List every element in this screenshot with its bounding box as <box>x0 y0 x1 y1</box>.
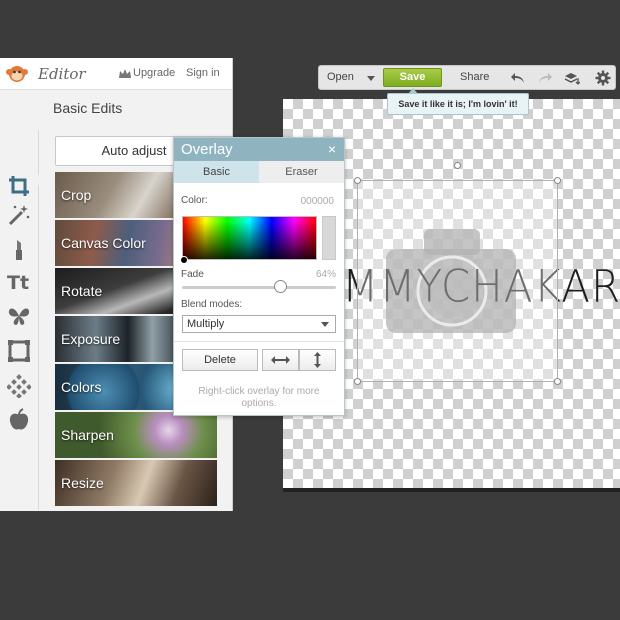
flip-vertical-button[interactable] <box>299 349 336 371</box>
gear-icon[interactable] <box>595 70 611 86</box>
section-title: Basic Edits <box>53 100 123 116</box>
spectrum-shade <box>183 217 316 259</box>
tool-tile-label: Rotate <box>61 283 103 299</box>
open-button[interactable]: Open <box>327 66 354 89</box>
redo-icon[interactable] <box>537 70 553 86</box>
close-icon[interactable]: × <box>328 141 336 157</box>
color-value-strip[interactable] <box>322 216 336 260</box>
tool-tile-label: Sharpen <box>61 427 114 443</box>
tab-eraser[interactable]: Eraser <box>259 161 344 183</box>
blend-modes-label: Blend modes: <box>181 299 243 310</box>
overlay-title: Overlay <box>181 141 233 158</box>
tool-tile-label: Exposure <box>61 331 121 347</box>
overlay-title-bar[interactable]: Overlay × <box>174 138 344 161</box>
svg-text:Tt: Tt <box>7 272 29 293</box>
lipstick-icon[interactable] <box>7 238 31 262</box>
fade-slider-track[interactable] <box>182 286 336 289</box>
tool-tile-sharpen[interactable]: Sharpen <box>55 412 217 458</box>
blend-mode-value: Multiply <box>187 318 225 330</box>
top-toolbar: Open Save Share <box>318 65 616 90</box>
resize-handle[interactable] <box>354 378 361 385</box>
resize-handle[interactable] <box>554 177 561 184</box>
magic-wand-icon[interactable] <box>7 203 31 227</box>
bottom-background <box>0 511 620 620</box>
overlay-panel: Overlay × Basic Eraser Color: 000000 Fad… <box>173 137 345 416</box>
rail-active-pointer <box>36 172 43 188</box>
texture-icon[interactable] <box>7 374 31 398</box>
frame-icon[interactable] <box>7 339 31 363</box>
share-button[interactable]: Share <box>460 66 489 89</box>
text-icon[interactable]: Tt <box>7 269 31 293</box>
app-name: Editor <box>38 65 86 83</box>
overlay-divider <box>174 341 344 342</box>
resize-handle[interactable] <box>354 177 361 184</box>
top-background <box>0 0 620 58</box>
blend-mode-select[interactable]: Multiply <box>182 315 336 333</box>
tool-tile-label: Colors <box>61 379 102 395</box>
canvas-shadow <box>283 488 620 492</box>
flip-vertical-icon <box>314 352 321 368</box>
color-picker-marker[interactable] <box>180 256 188 264</box>
flip-horizontal-icon <box>271 356 290 364</box>
color-hex-value[interactable]: 000000 <box>301 196 334 207</box>
tool-tile-label: Crop <box>61 187 92 203</box>
delete-button[interactable]: Delete <box>182 349 258 371</box>
chevron-down-icon <box>321 322 329 327</box>
monkey-logo-icon[interactable] <box>6 64 28 84</box>
fade-label: Fade <box>181 269 204 280</box>
overlay-selection-box[interactable] <box>357 180 558 382</box>
fade-slider-thumb[interactable] <box>274 280 288 293</box>
butterfly-icon[interactable] <box>7 304 31 328</box>
resize-handle[interactable] <box>554 378 561 385</box>
color-label: Color: <box>181 195 208 206</box>
editor-header: Editor Upgrade Sign in <box>0 58 232 90</box>
apple-icon[interactable] <box>7 408 31 432</box>
crown-icon <box>119 69 131 78</box>
upgrade-link[interactable]: Upgrade <box>133 67 175 79</box>
fade-value: 64% <box>315 269 336 280</box>
chevron-down-icon[interactable] <box>367 76 375 81</box>
crop-icon[interactable] <box>7 174 31 198</box>
overlay-tabs: Basic Eraser <box>174 161 344 183</box>
overlay-hint: Right-click overlay for more options. <box>198 386 320 409</box>
color-spectrum-picker[interactable] <box>182 216 317 260</box>
save-tooltip: Save it like it is; I'm lovin' it! <box>387 93 529 115</box>
tool-tile-resize[interactable]: Resize <box>55 460 217 506</box>
flip-horizontal-button[interactable] <box>262 349 299 371</box>
tool-rail: Tt <box>0 91 38 511</box>
tool-tile-label: Canvas Color <box>61 235 146 251</box>
tool-tile-label: Resize <box>61 475 104 491</box>
undo-icon[interactable] <box>510 70 526 86</box>
rotate-handle[interactable] <box>454 162 461 169</box>
layers-icon[interactable] <box>564 70 580 86</box>
signin-link[interactable]: Sign in <box>186 67 220 79</box>
tab-basic[interactable]: Basic <box>174 161 259 183</box>
save-button[interactable]: Save <box>383 68 442 87</box>
